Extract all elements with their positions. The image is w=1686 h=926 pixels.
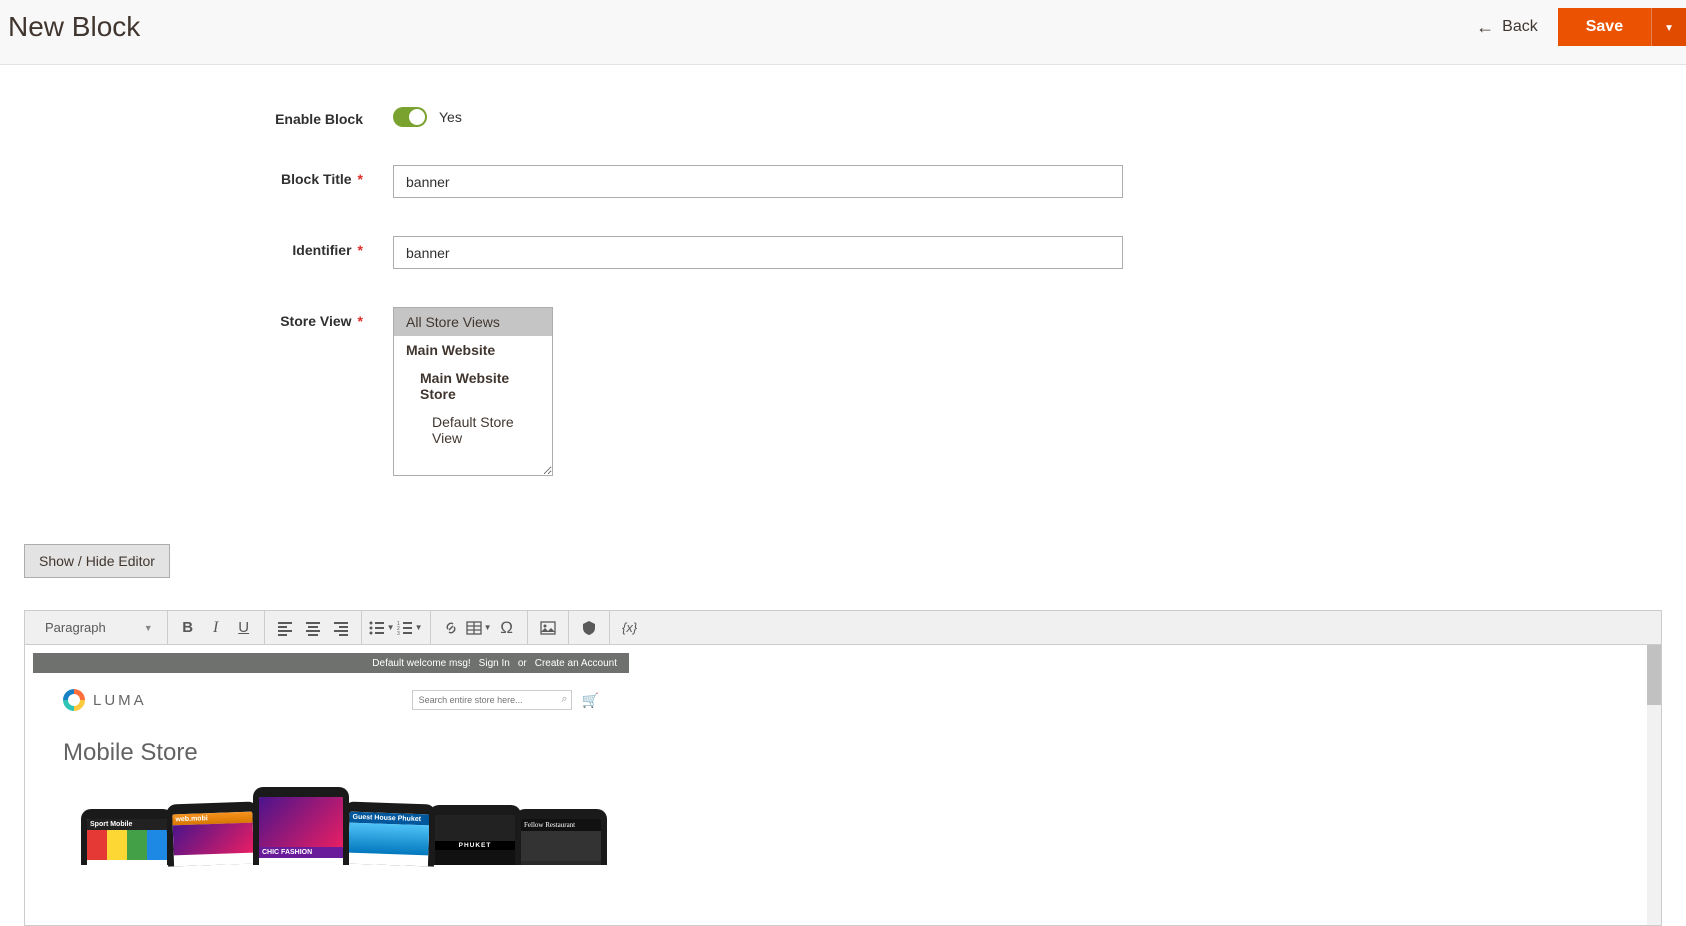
align-center-button[interactable]: [299, 614, 327, 642]
preview-phone: Sport Mobile: [81, 809, 173, 865]
preview-phone: Guest House Phuket: [342, 801, 436, 866]
back-button[interactable]: ← Back: [1476, 17, 1538, 38]
bold-button[interactable]: B: [174, 614, 202, 642]
save-split-button: Save: [1558, 8, 1686, 46]
caret-down-icon: ▼: [415, 623, 423, 632]
store-view-option[interactable]: Default Store View: [394, 408, 552, 452]
label-identifier: Identifier*: [0, 236, 393, 258]
preview-phones-row: Sport Mobile web.mobi CHIC FASHION Guest…: [33, 797, 1653, 865]
preview-phone: web.mobi: [166, 801, 260, 866]
store-view-option[interactable]: Main Website: [394, 336, 552, 364]
editor-content-area[interactable]: Default welcome msg! Sign In or Create a…: [25, 645, 1661, 925]
number-list-button[interactable]: 123▼: [396, 614, 424, 642]
cart-icon: 🛒: [582, 692, 599, 709]
toggle-knob: [409, 109, 425, 125]
page-header: New Block ← Back Save: [0, 0, 1686, 65]
preview-topbar: Default welcome msg! Sign In or Create a…: [33, 653, 629, 673]
caret-down-icon: ▼: [144, 623, 153, 633]
bullet-list-button[interactable]: ▼: [368, 614, 396, 642]
toolbar-group-lists: ▼ 123▼: [362, 611, 431, 644]
caret-down-icon: ▼: [484, 623, 492, 632]
align-left-button[interactable]: [271, 614, 299, 642]
row-identifier: Identifier*: [0, 236, 1686, 269]
preview-welcome: Default welcome msg!: [372, 658, 470, 669]
row-store-view: Store View* All Store Views Main Website…: [0, 307, 1686, 476]
luma-logo-text: LUMA: [93, 692, 147, 709]
special-char-button[interactable]: Ω: [493, 614, 521, 642]
toolbar-group-widget: [569, 611, 610, 644]
label-store-view: Store View*: [0, 307, 393, 329]
preview-create-link: Create an Account: [535, 658, 617, 669]
widget-button[interactable]: [575, 614, 603, 642]
header-actions: ← Back Save: [1476, 8, 1686, 46]
page-title: New Block: [8, 11, 140, 43]
preview-logo: LUMA: [63, 689, 147, 711]
preview-header: LUMA ⌕ 🛒: [33, 673, 629, 721]
wysiwyg-editor: Paragraph ▼ B I U ▼ 123▼ ▼ Ω: [24, 610, 1662, 926]
editor-toolbar: Paragraph ▼ B I U ▼ 123▼ ▼ Ω: [25, 611, 1661, 645]
enable-block-toggle[interactable]: [393, 107, 427, 127]
block-title-input[interactable]: [393, 165, 1123, 198]
toolbar-group-insert: ▼ Ω: [431, 611, 528, 644]
toolbar-group-media: [528, 611, 569, 644]
caret-down-icon: ▼: [387, 623, 395, 632]
back-label: Back: [1502, 18, 1538, 36]
preview-or: or: [518, 658, 527, 669]
search-icon: ⌕: [561, 693, 567, 706]
preview-page-title: Mobile Store: [33, 721, 629, 797]
toolbar-group-text: B I U: [168, 611, 265, 644]
preview-search-wrap: ⌕: [412, 690, 572, 710]
toolbar-group-align: [265, 611, 362, 644]
table-button[interactable]: ▼: [465, 614, 493, 642]
preview-phone: CHIC FASHION: [253, 787, 349, 865]
back-arrow-icon: ←: [1476, 17, 1494, 38]
show-hide-editor-button[interactable]: Show / Hide Editor: [24, 544, 170, 578]
save-dropdown-toggle[interactable]: [1651, 8, 1686, 46]
field-enable-block: Yes: [393, 105, 462, 127]
align-right-button[interactable]: [327, 614, 355, 642]
required-icon: *: [358, 242, 363, 258]
store-view-option[interactable]: Main Website Store: [394, 364, 552, 408]
format-dropdown[interactable]: Paragraph ▼: [37, 616, 161, 639]
preview-search-input: [412, 690, 572, 710]
required-icon: *: [358, 171, 363, 187]
preview-header-tools: ⌕ 🛒: [412, 690, 599, 710]
toolbar-group-format: Paragraph ▼: [31, 611, 168, 644]
save-button[interactable]: Save: [1558, 8, 1651, 46]
form-area: Enable Block Yes Block Title* Identifier…: [0, 65, 1686, 544]
editor-section: Show / Hide Editor Paragraph ▼ B I U ▼: [0, 544, 1686, 926]
field-identifier: [393, 236, 1123, 269]
label-block-title: Block Title*: [0, 165, 393, 187]
row-enable-block: Enable Block Yes: [0, 105, 1686, 127]
underline-button[interactable]: U: [230, 614, 258, 642]
variable-button[interactable]: {x}: [616, 614, 644, 642]
field-store-view: All Store Views Main Website Main Websit…: [393, 307, 553, 476]
editor-scrollbar[interactable]: [1647, 645, 1661, 925]
label-enable-block: Enable Block: [0, 105, 393, 127]
preview-phone: Fellow Restaurant: [515, 809, 607, 865]
scrollbar-thumb[interactable]: [1647, 645, 1661, 705]
link-button[interactable]: [437, 614, 465, 642]
field-block-title: [393, 165, 1123, 198]
toolbar-group-variable: {x}: [610, 611, 650, 644]
enable-block-value: Yes: [439, 109, 462, 125]
store-view-option[interactable]: All Store Views: [394, 308, 552, 336]
store-view-select[interactable]: All Store Views Main Website Main Websit…: [393, 307, 553, 476]
luma-logo-icon: [63, 689, 85, 711]
required-icon: *: [358, 313, 363, 329]
row-block-title: Block Title*: [0, 165, 1686, 198]
preview-signin-link: Sign In: [479, 658, 510, 669]
format-label: Paragraph: [45, 620, 106, 635]
italic-button[interactable]: I: [202, 614, 230, 642]
svg-text:3: 3: [397, 631, 400, 636]
image-button[interactable]: [534, 614, 562, 642]
preview-phone: PHUKET: [429, 805, 521, 865]
identifier-input[interactable]: [393, 236, 1123, 269]
